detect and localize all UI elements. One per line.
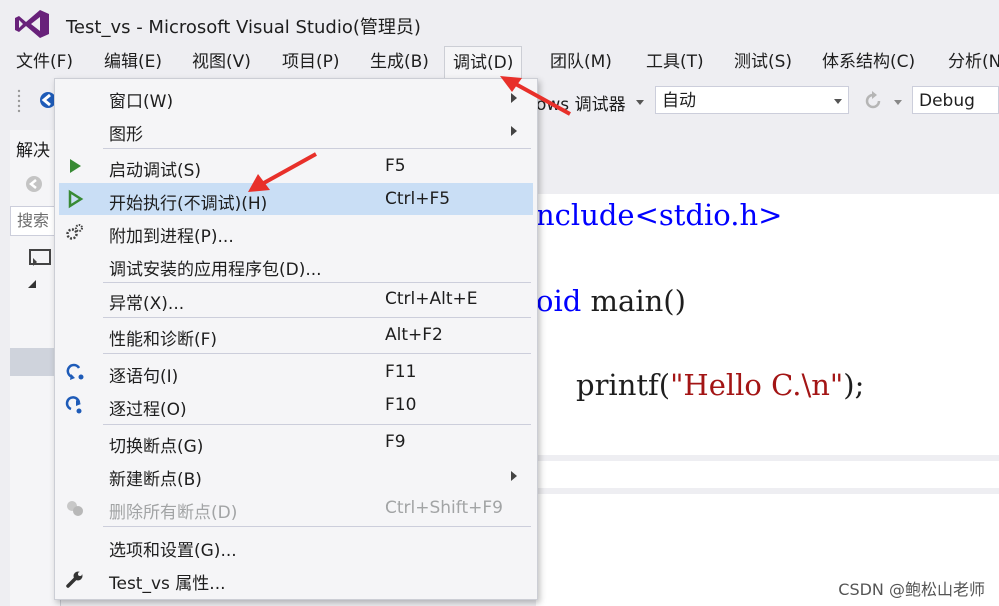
debug-menu-item-delete-all-breakpoints: 删除所有断点(D) Ctrl+Shift+F9 <box>55 492 535 524</box>
debug-menu-item-step-over[interactable]: 逐过程(O) F10 <box>55 389 535 421</box>
debug-menu-item-step-into[interactable]: 逐语句(I) F11 <box>55 356 535 388</box>
menu-test[interactable]: 测试(S) <box>726 46 800 78</box>
editor-divider <box>536 488 999 494</box>
menu-view[interactable]: 视图(V) <box>184 46 259 78</box>
debug-menu-item-exceptions[interactable]: 异常(X)... Ctrl+Alt+E <box>55 283 535 315</box>
config-combo[interactable]: Debug <box>912 86 999 114</box>
menu-separator <box>103 317 531 318</box>
debug-menu-item-options[interactable]: 选项和设置(G)... <box>55 530 535 562</box>
window-title: Test_vs - Microsoft Visual Studio(管理员) <box>66 17 421 38</box>
watermark: CSDN @鲍松山老师 <box>838 580 985 599</box>
target-combo-value: 自动 <box>662 91 696 111</box>
editor-tab-strip <box>536 160 999 194</box>
code-keyword: oid <box>536 284 582 318</box>
debug-menu-item-new-breakpoint[interactable]: 新建断点(B) <box>55 459 535 491</box>
menu-item-label: 窗口(W) <box>109 92 174 112</box>
solution-icon <box>29 249 51 266</box>
menu-debug[interactable]: 调试(D) <box>444 46 523 80</box>
menu-project[interactable]: 项目(P) <box>274 46 348 78</box>
refresh-dropdown-arrow-icon[interactable] <box>894 100 902 105</box>
config-combo-value: Debug <box>919 91 975 111</box>
visual-studio-logo-icon <box>15 10 49 38</box>
debug-menu-item-attach-to-process[interactable]: 附加到进程(P)... <box>55 216 535 248</box>
menu-item-label: 选项和设置(G)... <box>109 541 237 561</box>
menu-tools[interactable]: 工具(T) <box>638 46 712 78</box>
menu-item-label: 图形 <box>109 125 143 145</box>
menu-analyze[interactable]: 分析(N <box>940 46 999 78</box>
home-icon[interactable] <box>24 174 44 194</box>
menu-bar: 文件(F) 编辑(E) 视图(V) 项目(P) 生成(B) 调试(D) 团队(M… <box>0 46 999 80</box>
menu-item-label: 开始执行(不调试)(H) <box>109 194 268 214</box>
menu-item-shortcut: F10 <box>385 395 417 415</box>
code-line-include: nclude<stdio.h> <box>536 198 783 232</box>
expand-triangle-icon[interactable] <box>28 280 36 288</box>
menu-item-label: 删除所有断点(D) <box>109 503 238 523</box>
refresh-icon[interactable] <box>862 90 884 112</box>
menu-item-label: 新建断点(B) <box>109 470 202 490</box>
debug-menu-item-start-debugging[interactable]: 启动调试(S) F5 <box>55 150 535 182</box>
debug-menu-item-graphics[interactable]: 图形 <box>55 114 535 146</box>
menu-item-label: 性能和诊断(F) <box>109 330 218 350</box>
solution-search-input[interactable]: 搜索 <box>10 206 60 236</box>
menu-item-label: 异常(X)... <box>109 294 185 314</box>
submenu-arrow-icon <box>511 126 517 136</box>
step-into-icon <box>66 363 84 380</box>
menu-separator <box>103 526 531 527</box>
menu-item-shortcut: Ctrl+F5 <box>385 189 451 209</box>
menu-item-label: 调试安装的应用程序包(D)... <box>109 260 322 280</box>
solution-explorer-title: 解决 <box>16 141 50 161</box>
debugger-label[interactable]: ows 调试器 <box>536 90 626 115</box>
play-filled-icon <box>70 159 81 173</box>
menu-item-label: 启动调试(S) <box>109 161 202 181</box>
menu-separator <box>103 424 531 425</box>
menu-item-label: Test_vs 属性... <box>109 574 226 594</box>
menu-edit[interactable]: 编辑(E) <box>96 46 170 78</box>
code-line-main: oid main() <box>536 284 686 318</box>
menu-item-label: 逐过程(O) <box>109 400 187 420</box>
debug-menu-item-debug-installed-app[interactable]: 调试安装的应用程序包(D)... <box>55 249 535 281</box>
debug-menu-item-project-properties[interactable]: Test_vs 属性... <box>55 563 535 595</box>
menu-item-shortcut: Ctrl+Alt+E <box>385 289 478 309</box>
code-line-printf: printf("Hello C.\n"); <box>576 368 864 402</box>
code-string: "Hello C.\n" <box>670 368 844 402</box>
delete-breakpoints-icon <box>67 501 83 516</box>
menu-item-shortcut: F5 <box>385 156 406 176</box>
step-over-icon <box>65 396 82 414</box>
menu-item-label: 切换断点(G) <box>109 437 204 457</box>
menu-item-shortcut: Alt+F2 <box>385 325 443 345</box>
chevron-down-icon <box>834 99 842 104</box>
menu-build[interactable]: 生成(B) <box>362 46 437 78</box>
debug-menu-item-windows[interactable]: 窗口(W) <box>55 81 535 113</box>
debug-menu: 窗口(W) 图形 启动调试(S) F5 开始执行(不调试)(H) Ctrl+F5… <box>54 78 538 600</box>
solution-selected-row[interactable] <box>10 348 60 376</box>
debug-menu-item-start-without-debugging[interactable]: 开始执行(不调试)(H) Ctrl+F5 <box>59 183 533 215</box>
menu-separator <box>103 148 531 149</box>
menu-file[interactable]: 文件(F) <box>8 46 81 78</box>
gears-icon <box>66 224 83 240</box>
editor-divider <box>536 455 999 461</box>
code-main: main() <box>581 284 686 318</box>
code-printf: printf( <box>576 368 671 402</box>
wrench-icon <box>66 571 83 588</box>
menu-item-shortcut: F9 <box>385 432 406 452</box>
submenu-arrow-icon <box>511 471 517 481</box>
toolbar-grip-icon <box>17 89 21 113</box>
menu-item-label: 附加到进程(P)... <box>109 227 234 247</box>
target-combo[interactable]: 自动 <box>655 86 849 114</box>
menu-item-shortcut: Ctrl+Shift+F9 <box>385 498 503 518</box>
menu-team[interactable]: 团队(M) <box>542 46 620 78</box>
menu-item-label: 逐语句(I) <box>109 367 179 387</box>
code-end: ); <box>843 368 865 402</box>
menu-item-shortcut: F11 <box>385 362 417 382</box>
submenu-arrow-icon <box>511 93 517 103</box>
debug-menu-item-performance[interactable]: 性能和诊断(F) Alt+F2 <box>55 319 535 351</box>
menu-architecture[interactable]: 体系结构(C) <box>814 46 923 78</box>
menu-separator <box>103 353 531 354</box>
play-outline-icon <box>68 189 84 209</box>
debugger-dropdown-arrow-icon[interactable] <box>636 100 644 105</box>
debug-menu-item-toggle-breakpoint[interactable]: 切换断点(G) F9 <box>55 426 535 458</box>
